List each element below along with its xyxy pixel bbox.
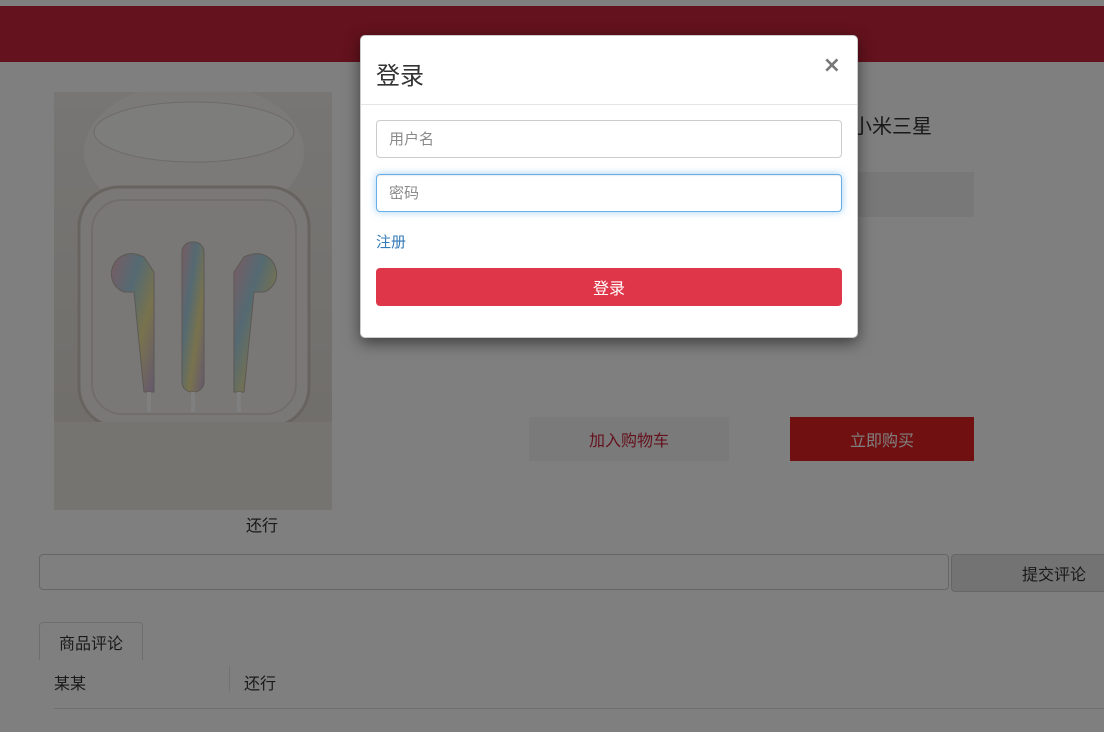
close-icon[interactable]: × — [823, 54, 841, 78]
login-button[interactable]: 登录 — [376, 268, 842, 306]
login-modal-header: 登录 × — [361, 36, 857, 105]
register-link[interactable]: 注册 — [376, 231, 406, 252]
username-input[interactable] — [376, 120, 842, 158]
login-modal: 登录 × 注册 登录 — [360, 35, 858, 338]
login-modal-title: 登录 — [376, 62, 424, 90]
password-input[interactable] — [376, 174, 842, 212]
